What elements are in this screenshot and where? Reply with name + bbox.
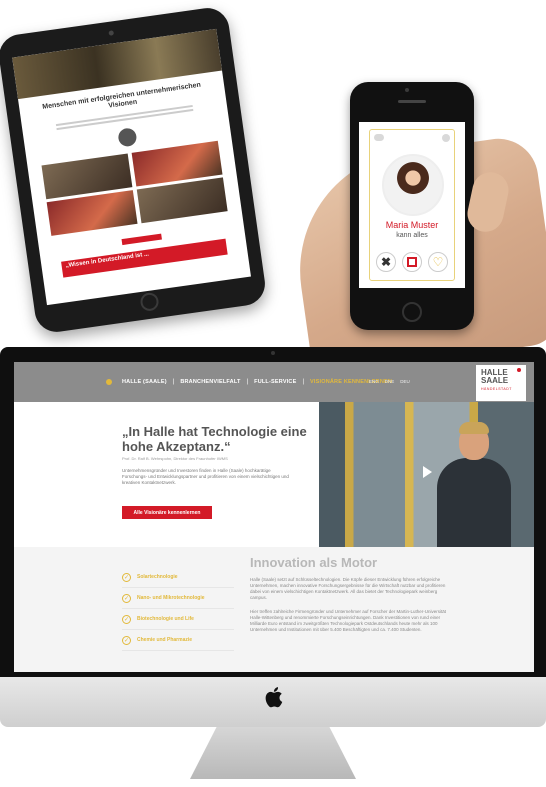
tablet-home-button[interactable]: [139, 291, 160, 313]
reject-button[interactable]: ✖: [376, 252, 396, 272]
tablet-device: Menschen mit erfolgreichen unternehmeris…: [0, 5, 268, 335]
phone-camera: [405, 88, 409, 92]
phone-screen: Maria Muster kann alles ✖ ♡: [359, 122, 465, 288]
imac-stand: [190, 727, 356, 779]
check-icon: ✓: [122, 593, 131, 603]
apple-logo-icon: [265, 687, 283, 708]
site-logo[interactable]: HALLE SAALE HÄNDELSTADT: [476, 365, 526, 401]
visionaries-cta-button[interactable]: Alle Visionäre kennenlernen: [122, 506, 212, 519]
tablet-banner[interactable]: „Wissen in Deutschland ist ...: [61, 238, 228, 278]
list-item-label: Biotechnologie und Life: [137, 616, 194, 622]
lang-dne[interactable]: DNE: [385, 379, 395, 384]
like-button[interactable]: ♡: [428, 252, 448, 272]
phone-home-button[interactable]: [402, 302, 422, 322]
user-icon[interactable]: [442, 134, 450, 142]
imac-camera: [271, 351, 275, 355]
list-item-label: Nano- und Mikrotechnologie: [137, 595, 205, 601]
lang-deu[interactable]: DEU: [400, 379, 410, 384]
innovation-section: ✓ Solartechnologie ✓ Nano- und Mikrotech…: [14, 547, 534, 672]
site-navbar: HALLE (SAALE) | BRANCHENVIELFALT | FULL-…: [14, 362, 534, 402]
logo-dot-icon: [517, 368, 521, 372]
list-item[interactable]: ✓ Solartechnologie: [122, 567, 234, 588]
tablet-screen: Menschen mit erfolgreichen unternehmeris…: [12, 28, 251, 306]
profile-card: Maria Muster kann alles ✖ ♡: [369, 129, 455, 281]
square-icon: [407, 257, 417, 267]
technology-list: ✓ Solartechnologie ✓ Nano- und Mikrotech…: [122, 567, 234, 651]
profile-avatar: [382, 154, 444, 216]
nav-item-branchenvielfalt[interactable]: BRANCHENVIELFALT: [180, 379, 240, 385]
language-switcher: ENG DNE DEU: [369, 379, 410, 384]
lang-eng[interactable]: ENG: [369, 379, 379, 384]
tablet-camera: [108, 30, 115, 36]
home-icon[interactable]: [106, 379, 112, 385]
phone-speaker: [398, 100, 426, 103]
hero-person-body: [437, 458, 511, 547]
profile-name: Maria Muster: [385, 220, 439, 230]
hero-person-hair: [459, 422, 489, 434]
tablet-cta-button[interactable]: [121, 233, 162, 246]
tablet-avatar: [117, 127, 138, 148]
hero-video[interactable]: [319, 402, 534, 547]
hero-text-section: „In Halle hat Technologie eine hohe Akze…: [14, 402, 319, 547]
nav-item-full-service[interactable]: FULL-SERVICE: [254, 379, 296, 385]
nav-separator: |: [246, 379, 249, 385]
nav-separator: |: [172, 379, 175, 385]
nav-item-halle[interactable]: HALLE (SAALE): [122, 379, 167, 385]
close-icon: ✖: [380, 255, 392, 269]
tablet-image-grid: [27, 135, 242, 245]
logo-line2: SAALE: [481, 376, 509, 385]
innovation-paragraph: Halle (Saale) setzt auf Schlüsseltechnol…: [250, 577, 446, 600]
play-icon[interactable]: [423, 466, 432, 478]
hero-quote-author: Prof. Dr. Ralf B. Wehrspohn, Direktor de…: [122, 456, 228, 461]
hero-quote: „In Halle hat Technologie eine hohe Akze…: [122, 424, 307, 454]
list-item-label: Chemie und Pharmazie: [137, 637, 193, 643]
toggle-icon[interactable]: [374, 134, 384, 141]
heart-icon: ♡: [432, 255, 444, 269]
innovation-title: Innovation als Motor: [250, 555, 378, 570]
list-item[interactable]: ✓ Nano- und Mikrotechnologie: [122, 588, 234, 609]
list-item[interactable]: ✓ Biotechnologie und Life: [122, 609, 234, 630]
nav-separator: |: [302, 379, 305, 385]
phone-device: Maria Muster kann alles ✖ ♡: [350, 82, 474, 330]
logo-tagline: HÄNDELSTADT: [481, 387, 512, 391]
check-icon: ✓: [122, 635, 131, 645]
innovation-paragraph: Hier treffen zahlreiche Firmengründer un…: [250, 609, 447, 632]
imac-display: HALLE (SAALE) | BRANCHENVIELFALT | FULL-…: [0, 347, 546, 677]
check-icon: ✓: [122, 572, 131, 582]
profile-role: kann alles: [396, 232, 428, 239]
profile-actions: ✖ ♡: [376, 252, 448, 272]
check-icon: ✓: [122, 614, 131, 624]
main-nav: HALLE (SAALE) | BRANCHENVIELFALT | FULL-…: [106, 379, 392, 385]
skip-button[interactable]: [402, 252, 422, 272]
list-item-label: Solartechnologie: [137, 574, 178, 580]
hero-body: Unternehmensgründer und Investoren finde…: [122, 468, 289, 485]
list-item[interactable]: ✓ Chemie und Pharmazie: [122, 630, 234, 651]
website-screen: HALLE (SAALE) | BRANCHENVIELFALT | FULL-…: [14, 362, 534, 672]
